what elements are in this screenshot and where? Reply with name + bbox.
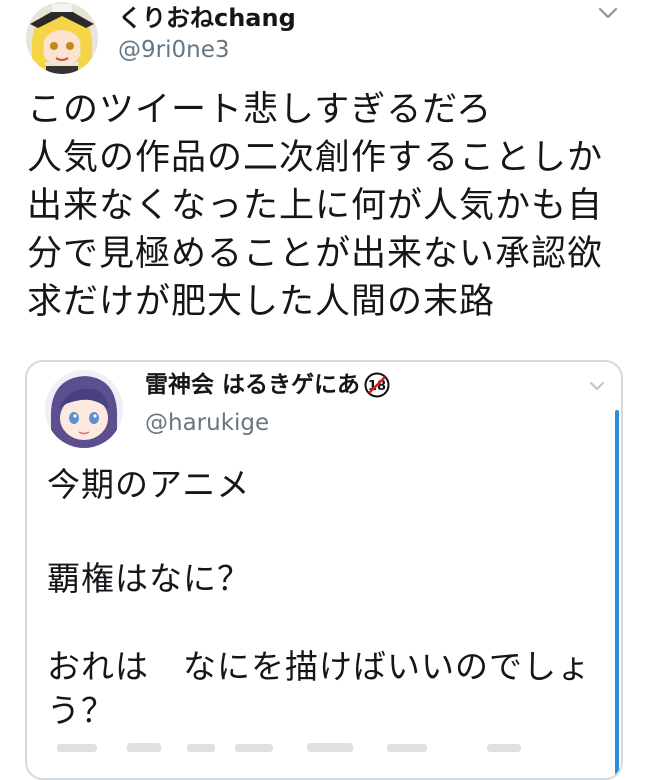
quoted-display-name[interactable]: 雷神会 はるきゲにあ 18 (145, 370, 390, 400)
tweet-text-line: 求だけが肥大した人間の末路 (27, 282, 496, 322)
age-18-badge-icon: 18 (364, 372, 390, 398)
chevron-down-icon[interactable] (598, 6, 618, 20)
user-handle[interactable]: @9ri0ne3 (118, 36, 229, 64)
tweet: くりおねchang @9ri0ne3 このツイート悲しすぎるだろ 人気の作品の二… (0, 0, 650, 780)
scrollbar[interactable] (615, 410, 619, 778)
quoted-user-avatar-icon[interactable] (45, 370, 123, 448)
tweet-text-line: 出来なくなった上に何が人気かも自 (27, 186, 604, 226)
tweet-text-line: このツイート悲しすぎるだろ (27, 90, 493, 130)
display-name[interactable]: くりおねchang (118, 4, 296, 32)
quoted-display-name-text: 雷神会 はるきゲにあ (145, 372, 361, 398)
user-avatar-icon[interactable] (26, 2, 98, 74)
tweet-text-line: 人気の作品の二次創作することしか (27, 138, 604, 178)
quoted-text-line: 覇権はなに？ (47, 559, 251, 598)
quoted-text-line: おれは なにを描けばいいのでしょ (47, 647, 591, 686)
quoted-tweet[interactable]: 雷神会 はるきゲにあ 18 @harukige 今期のアニメ 覇権はなに？ おれ… (25, 360, 623, 780)
quoted-user-handle[interactable]: @harukige (145, 408, 269, 438)
tweet-text: このツイート悲しすぎるだろ 人気の作品の二次創作することしか 出来なくなった上に… (27, 86, 637, 326)
quoted-text-line: 今期のアニメ (47, 465, 251, 504)
tweet-text-line: 分で見極めることが出来ない承認欲 (27, 234, 604, 274)
quoted-chevron-down-icon[interactable] (589, 380, 605, 392)
quoted-text-line: う？ (47, 691, 115, 730)
